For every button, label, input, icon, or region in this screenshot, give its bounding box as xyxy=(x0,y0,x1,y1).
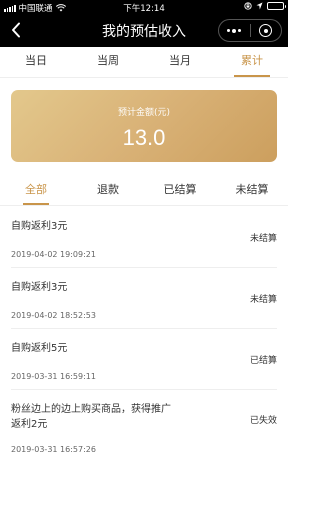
record-title: 自购返利5元 xyxy=(11,343,68,354)
top-header: 中国联通 下午12:14 我的预估收入 xyxy=(0,0,288,47)
tab-this-month[interactable]: 当月 xyxy=(144,47,216,77)
list-item[interactable]: 粉丝边上的边上购买商品，获得推广返利2元 2019-03-31 16:57:26… xyxy=(11,390,277,462)
tab-today[interactable]: 当日 xyxy=(0,47,72,77)
estimated-amount-card: 预计金额(元) 13.0 xyxy=(11,90,277,162)
list-item[interactable]: 自购返利3元 2019-04-02 18:52:53 未结算 xyxy=(11,268,277,329)
period-tabs: 当日 当周 当月 累计 xyxy=(0,47,288,78)
income-record-list: 自购返利3元 2019-04-02 19:09:21 未结算 自购返利3元 20… xyxy=(11,207,277,462)
record-status: 未结算 xyxy=(249,295,277,305)
record-status: 已结算 xyxy=(249,356,277,366)
list-item[interactable]: 自购返利3元 2019-04-02 19:09:21 未结算 xyxy=(11,207,277,268)
close-mini-program-button[interactable] xyxy=(251,20,282,41)
status-filter-tabs: 全部 退款 已结算 未结算 xyxy=(0,176,288,206)
amount-value: 13.0 xyxy=(122,125,166,150)
status-bar: 中国联通 下午12:14 xyxy=(0,0,288,14)
list-item[interactable]: 自购返利5元 2019-03-31 16:59:11 已结算 xyxy=(11,329,277,390)
tab-refund[interactable]: 退款 xyxy=(72,176,144,205)
target-close-icon xyxy=(259,24,273,37)
status-bar-right xyxy=(244,2,286,10)
back-arrow-icon xyxy=(12,22,20,38)
amount-label: 预计金额(元) xyxy=(117,108,171,118)
record-time: 2019-04-02 19:09:21 xyxy=(11,250,96,259)
tab-this-week[interactable]: 当周 xyxy=(72,47,144,77)
record-title: 自购返利3元 xyxy=(11,221,68,232)
tab-all[interactable]: 全部 xyxy=(0,176,72,205)
record-title: 粉丝边上的边上购买商品，获得推广返利2元 xyxy=(11,404,171,430)
record-time: 2019-03-31 16:57:26 xyxy=(11,445,96,454)
tab-cumulative[interactable]: 累计 xyxy=(216,47,288,77)
lock-rotation-icon xyxy=(244,2,252,10)
more-dots-icon xyxy=(227,29,231,32)
nav-bar: 我的预估收入 xyxy=(0,14,288,47)
location-icon xyxy=(256,2,263,10)
mini-program-capsule xyxy=(218,19,282,42)
tab-unsettled[interactable]: 未结算 xyxy=(216,176,288,205)
record-status: 已失效 xyxy=(249,416,277,426)
tab-settled[interactable]: 已结算 xyxy=(144,176,216,205)
record-title: 自购返利3元 xyxy=(11,282,68,293)
record-time: 2019-04-02 18:52:53 xyxy=(11,311,96,320)
back-button[interactable] xyxy=(6,20,26,40)
more-menu-button[interactable] xyxy=(219,20,250,41)
battery-icon xyxy=(267,2,286,10)
record-status: 未结算 xyxy=(249,234,277,244)
record-time: 2019-03-31 16:59:11 xyxy=(11,372,96,381)
